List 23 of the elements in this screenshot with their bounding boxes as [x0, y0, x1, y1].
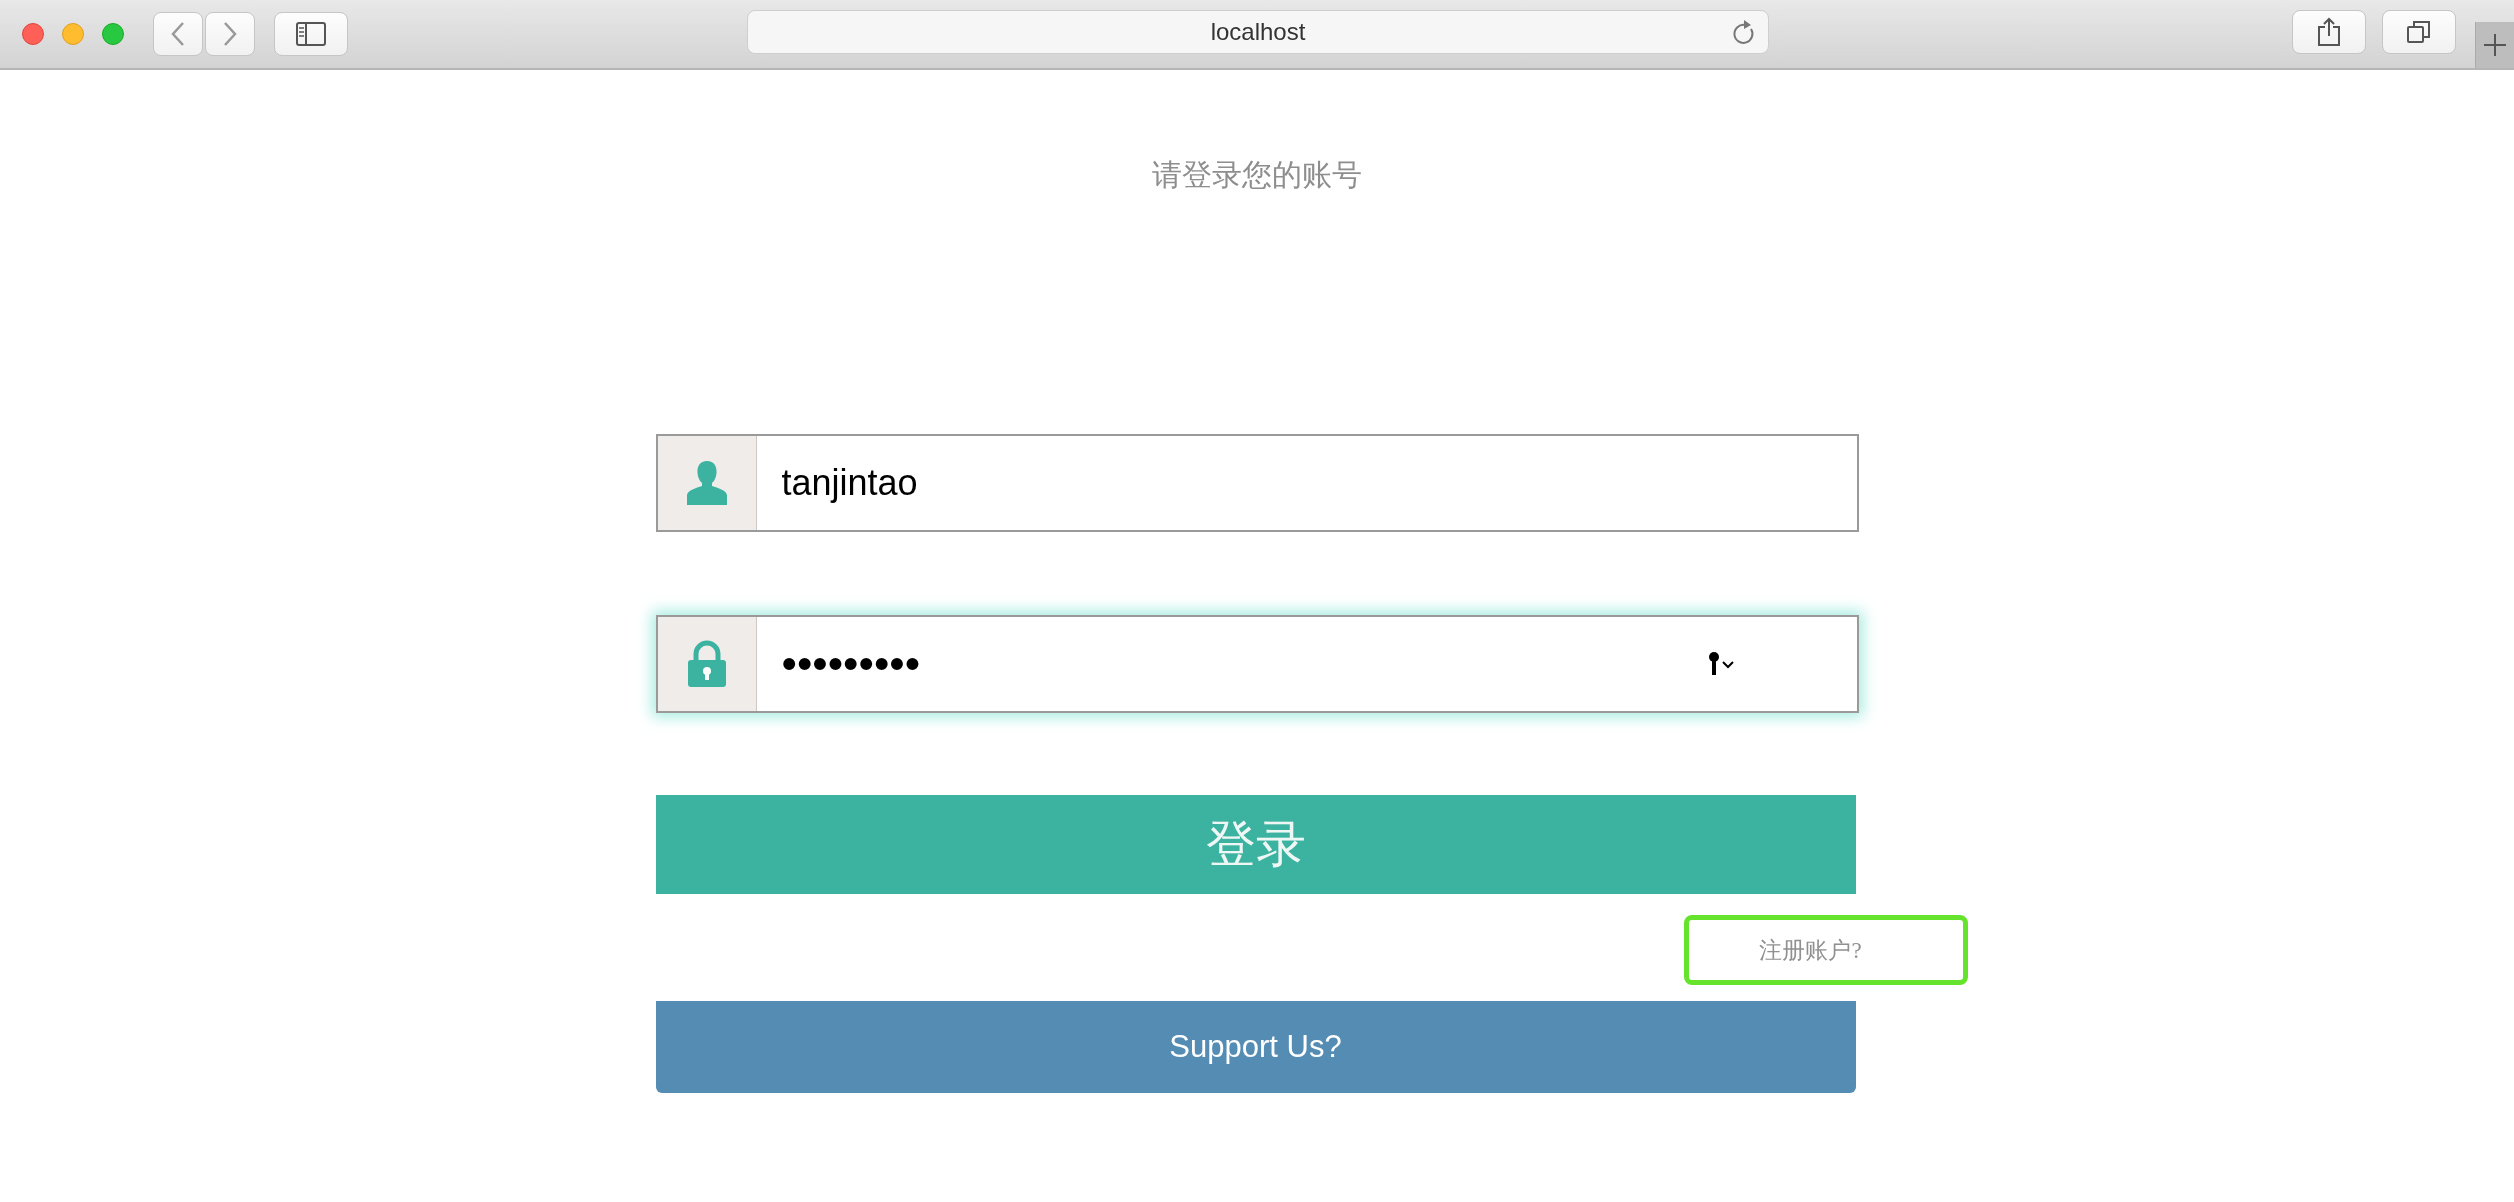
reload-icon[interactable] [1732, 20, 1756, 46]
page-title: 请登录您的账号 [1152, 157, 1362, 193]
support-button[interactable]: Support Us? [655, 1001, 1856, 1093]
sidebar-button[interactable] [274, 12, 348, 56]
sidebar-icon [296, 22, 326, 46]
chevron-right-icon [222, 21, 238, 47]
new-tab-button[interactable] [2475, 22, 2514, 68]
share-icon [2317, 17, 2341, 47]
address-bar[interactable]: localhost [747, 10, 1769, 54]
password-field[interactable]: ••••••••• [756, 617, 1707, 711]
tabs-icon [2406, 19, 2432, 45]
forward-button[interactable] [205, 12, 255, 56]
plus-icon [2483, 33, 2507, 57]
close-button[interactable] [22, 23, 44, 45]
address-field[interactable]: localhost [1106, 17, 1410, 47]
password-input-box[interactable]: ••••••••• [655, 615, 1859, 713]
key-icon[interactable] [1706, 651, 1737, 677]
lock-icon [686, 640, 727, 688]
zoom-button[interactable] [102, 23, 124, 45]
share-button[interactable] [2292, 10, 2366, 54]
back-button[interactable] [153, 12, 203, 56]
chevron-left-icon [170, 21, 186, 47]
tabs-button[interactable] [2382, 10, 2456, 54]
